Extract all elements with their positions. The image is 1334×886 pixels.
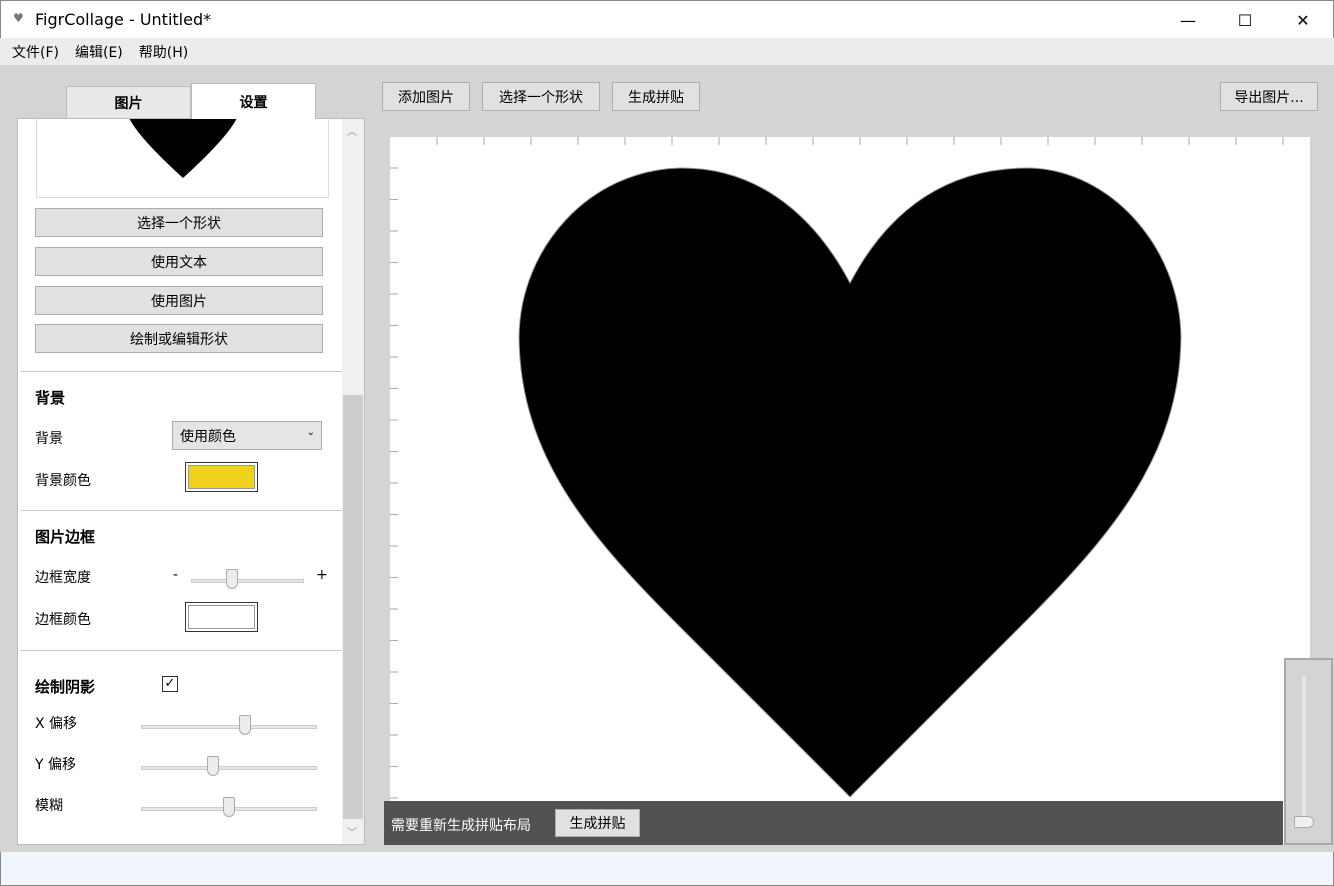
maximize-button[interactable]: ☐ xyxy=(1222,1,1268,39)
divider xyxy=(20,510,342,511)
slider-thumb[interactable] xyxy=(226,569,239,589)
blur-slider[interactable] xyxy=(141,797,317,817)
background-color-swatch[interactable] xyxy=(185,462,258,492)
background-select[interactable]: 使用颜色 ⌄ xyxy=(172,421,322,450)
panel-scrollbar[interactable]: ︿ ﹀ xyxy=(342,119,364,844)
tab-settings[interactable]: 设置 xyxy=(191,83,316,119)
heart-shape xyxy=(518,167,1182,798)
border-width-slider[interactable] xyxy=(191,569,304,589)
menu-file[interactable]: 文件(F) xyxy=(12,42,59,62)
add-image-button[interactable]: 添加图片 xyxy=(382,82,470,111)
divider xyxy=(20,371,342,372)
slider-track xyxy=(141,725,317,729)
close-button[interactable]: ✕ xyxy=(1280,1,1326,39)
generate-collage-button[interactable]: 生成拼贴 xyxy=(612,82,700,111)
shape-preview xyxy=(36,119,329,198)
divider xyxy=(20,650,342,651)
slider-track xyxy=(141,766,317,770)
background-select-value: 使用颜色 xyxy=(180,429,236,445)
border-width-plus[interactable]: + xyxy=(316,567,328,583)
app-heart-icon: ♥ xyxy=(13,11,24,25)
collage-canvas[interactable] xyxy=(390,137,1310,845)
shadow-x-slider[interactable] xyxy=(141,715,317,735)
blur-label: 模糊 xyxy=(35,798,63,814)
shadow-x-label: X 偏移 xyxy=(35,716,78,732)
border-width-label: 边框宽度 xyxy=(35,570,91,586)
background-color-fill xyxy=(188,465,255,489)
border-color-label: 边框颜色 xyxy=(35,612,91,628)
choose-shape-toolbar-button[interactable]: 选择一个形状 xyxy=(482,82,600,111)
background-color-label: 背景颜色 xyxy=(35,473,91,489)
border-heading: 图片边框 xyxy=(35,528,96,546)
status-bar xyxy=(0,852,1334,886)
use-image-button[interactable]: 使用图片 xyxy=(35,286,323,315)
shadow-y-slider[interactable] xyxy=(141,756,317,776)
draw-edit-shape-button[interactable]: 绘制或编辑形状 xyxy=(35,324,323,353)
window-title: FigrCollage - Untitled* xyxy=(35,10,212,29)
scroll-up-icon[interactable]: ︿ xyxy=(347,123,357,138)
border-color-swatch[interactable] xyxy=(185,602,258,632)
background-label: 背景 xyxy=(35,431,63,447)
menu-bar: 文件(F) 编辑(E) 帮助(H) xyxy=(0,38,1334,65)
zoom-thumb[interactable] xyxy=(1294,816,1314,828)
slider-thumb[interactable] xyxy=(239,715,252,735)
shadow-checkbox[interactable]: ✓ xyxy=(162,676,178,692)
canvas-svg xyxy=(390,137,1284,830)
settings-panel: 选择一个形状 使用文本 使用图片 绘制或编辑形状 背景 背景 使用颜色 ⌄ 背景颜… xyxy=(17,118,365,845)
tab-images[interactable]: 图片 xyxy=(66,86,191,119)
scrollbar-thumb[interactable] xyxy=(343,395,363,819)
border-width-minus[interactable]: - xyxy=(173,567,178,583)
background-heading: 背景 xyxy=(35,389,66,407)
menu-help[interactable]: 帮助(H) xyxy=(139,42,188,62)
choose-shape-button[interactable]: 选择一个形状 xyxy=(35,208,323,237)
slider-thumb[interactable] xyxy=(223,797,235,817)
minimize-button[interactable]: — xyxy=(1165,1,1211,39)
border-color-fill xyxy=(188,605,255,629)
chevron-down-icon: ⌄ xyxy=(306,427,315,438)
slider-track xyxy=(191,579,304,583)
export-image-button[interactable]: 导出图片... xyxy=(1220,82,1318,111)
shadow-heading: 绘制阴影 xyxy=(35,678,96,696)
menu-edit[interactable]: 编辑(E) xyxy=(75,42,123,62)
notice-generate-button[interactable]: 生成拼贴 xyxy=(555,809,640,837)
zoom-track xyxy=(1302,676,1306,826)
title-bar: ♥ FigrCollage - Untitled* — ☐ ✕ xyxy=(0,0,1334,38)
regenerate-notice-text: 需要重新生成拼贴布局 xyxy=(391,818,531,834)
scroll-down-icon[interactable]: ﹀ xyxy=(347,824,357,839)
slider-thumb[interactable] xyxy=(206,756,219,776)
regenerate-notice-bar: 需要重新生成拼贴布局 生成拼贴 xyxy=(384,801,1283,845)
zoom-slider[interactable] xyxy=(1284,658,1333,845)
heart-shape-preview xyxy=(129,119,237,178)
shadow-y-label: Y 偏移 xyxy=(35,757,77,773)
use-text-button[interactable]: 使用文本 xyxy=(35,247,323,276)
